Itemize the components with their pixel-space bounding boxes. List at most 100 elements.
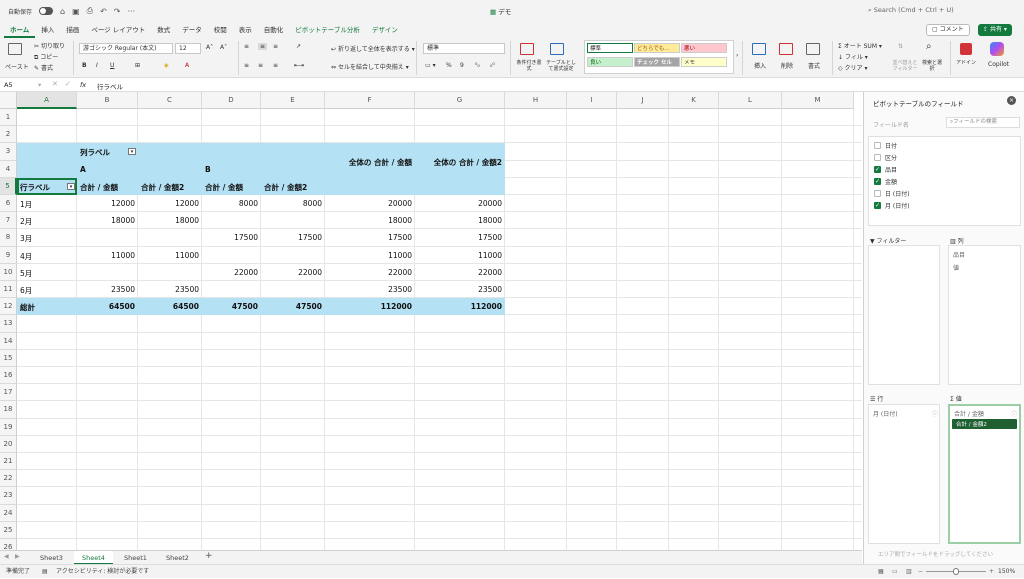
- delete-cells-icon[interactable]: [779, 43, 793, 55]
- grand-total-cell[interactable]: 64500: [141, 302, 199, 311]
- border-icon[interactable]: ⊞: [135, 62, 140, 69]
- font-grow-icon[interactable]: A˄: [206, 44, 213, 51]
- pivot-value-header[interactable]: 合計 / 金額: [80, 182, 135, 193]
- field-name[interactable]: 金額: [885, 177, 897, 186]
- row-header[interactable]: 12: [0, 298, 17, 316]
- page-layout-view-icon[interactable]: ▭: [892, 565, 898, 579]
- pivot-value-header[interactable]: 全体の 合計 / 金額: [328, 157, 412, 168]
- zoom-level[interactable]: 150%: [998, 565, 1015, 579]
- merge-center-button[interactable]: ⇔ セルを結合して中央揃え ▾: [331, 62, 409, 71]
- row-header[interactable]: 18: [0, 401, 17, 419]
- comma-icon[interactable]: 9: [460, 62, 464, 69]
- row-filter-dropdown-icon[interactable]: ▾: [67, 182, 75, 190]
- zoom-in-icon[interactable]: +: [989, 565, 994, 579]
- find-select-icon[interactable]: ⌕: [926, 41, 932, 52]
- enter-icon[interactable]: ✓: [65, 80, 71, 88]
- row-header[interactable]: 13: [0, 315, 17, 333]
- copilot-label[interactable]: Copilot: [988, 61, 1009, 68]
- column-header[interactable]: C: [138, 92, 202, 109]
- info-icon[interactable]: ⓘ: [1011, 409, 1017, 418]
- zoom-out-icon[interactable]: −: [918, 565, 923, 579]
- pivot-value-header[interactable]: 合計 / 金額2: [264, 182, 322, 193]
- orientation-icon[interactable]: ↗: [296, 43, 301, 50]
- font-color-icon[interactable]: A: [185, 62, 189, 69]
- tab-automate[interactable]: 自動化: [258, 22, 290, 38]
- field-checkbox[interactable]: ✓: [874, 202, 881, 209]
- field-name[interactable]: 区分: [885, 153, 897, 162]
- grand-total-cell[interactable]: 64500: [80, 302, 135, 311]
- field-checkbox[interactable]: ✓: [874, 166, 881, 173]
- row-header[interactable]: 5: [0, 177, 17, 195]
- row-label-cell[interactable]: 4月: [20, 251, 74, 262]
- font-size-select[interactable]: 12: [175, 43, 201, 54]
- tab-formulas[interactable]: 数式: [151, 22, 176, 38]
- comment-button[interactable]: ▢ コメント: [926, 24, 970, 36]
- row-header[interactable]: 15: [0, 349, 17, 367]
- table-cell[interactable]: 20000: [328, 199, 412, 208]
- sheet-tab-sheet2[interactable]: Sheet2: [158, 551, 197, 565]
- field-name[interactable]: 月 (日付): [885, 201, 910, 210]
- row-label-cell[interactable]: 6月: [20, 285, 74, 296]
- sheet-tab-sheet4[interactable]: Sheet4: [74, 551, 113, 565]
- autosum-button[interactable]: Σ オート SUM ▾: [838, 41, 882, 50]
- sheet-tab-sheet3[interactable]: Sheet3: [32, 551, 71, 565]
- column-header[interactable]: L: [719, 92, 782, 109]
- table-cell[interactable]: 23500: [141, 285, 199, 294]
- autosave-toggle[interactable]: [39, 7, 54, 15]
- table-cell[interactable]: 20000: [418, 199, 502, 208]
- row-header[interactable]: 4: [0, 160, 17, 178]
- table-cell[interactable]: 22000: [328, 268, 412, 277]
- grand-total-cell[interactable]: 112000: [418, 302, 502, 311]
- format-painter-button[interactable]: ✎ 書式: [34, 63, 53, 72]
- indent-icon[interactable]: ⇤⇥: [294, 62, 304, 69]
- row-label-cell[interactable]: 1月: [20, 199, 74, 210]
- table-cell[interactable]: 12000: [80, 199, 135, 208]
- select-all-corner[interactable]: [0, 92, 17, 109]
- row-header[interactable]: 2: [0, 126, 17, 144]
- delete-cells-label[interactable]: 削除: [781, 61, 793, 70]
- table-cell[interactable]: 18000: [328, 216, 412, 225]
- sort-filter-label[interactable]: 並べ替えとフィルター: [890, 60, 920, 72]
- percent-icon[interactable]: %: [446, 62, 452, 69]
- align-center-icon[interactable]: ≡: [258, 62, 263, 69]
- style-neutral[interactable]: どちらでも...: [634, 43, 680, 53]
- row-field-item[interactable]: 月 (日付): [873, 409, 898, 418]
- pivot-value-header[interactable]: 全体の 合計 / 金額2: [418, 157, 502, 168]
- field-checkbox[interactable]: [874, 190, 881, 197]
- cut-button[interactable]: ✂ 切り取り: [34, 41, 65, 50]
- paste-label[interactable]: ペースト: [5, 62, 29, 71]
- table-format-icon[interactable]: [550, 43, 564, 55]
- row-label-cell[interactable]: 2月: [20, 216, 74, 227]
- sheet-tab-sheet1[interactable]: Sheet1: [116, 551, 155, 565]
- row-header[interactable]: 9: [0, 246, 17, 264]
- row-header[interactable]: 17: [0, 384, 17, 402]
- column-header[interactable]: F: [325, 92, 415, 109]
- column-field-item[interactable]: 品目: [953, 250, 965, 259]
- insert-cells-label[interactable]: 挿入: [754, 61, 766, 70]
- paste-icon[interactable]: [8, 43, 22, 55]
- row-header[interactable]: 10: [0, 263, 17, 281]
- field-name[interactable]: 日 (日付): [885, 189, 910, 198]
- insert-cells-icon[interactable]: [752, 43, 766, 55]
- row-header[interactable]: 14: [0, 332, 17, 350]
- share-button[interactable]: ⇪ 共有 ▾: [978, 24, 1012, 36]
- close-pane-icon[interactable]: ×: [1007, 96, 1016, 105]
- tab-data[interactable]: データ: [176, 22, 208, 38]
- pivot-value-header[interactable]: 合計 / 金額2: [141, 182, 199, 193]
- style-check[interactable]: チェック セル: [634, 57, 680, 67]
- row-header[interactable]: 6: [0, 195, 17, 213]
- conditional-format-label[interactable]: 条件付き書式: [516, 60, 542, 72]
- redo-icon[interactable]: ↷: [114, 7, 121, 16]
- pivot-group-header[interactable]: A: [80, 165, 135, 174]
- column-field-item[interactable]: 値: [953, 263, 959, 272]
- font-select[interactable]: 游ゴシック Regular (本文): [79, 43, 173, 54]
- column-header[interactable]: E: [261, 92, 325, 109]
- sheet-prev-icon[interactable]: ◀: [4, 553, 9, 560]
- table-cell[interactable]: 11000: [418, 251, 502, 260]
- underline-icon[interactable]: U: [110, 62, 114, 69]
- table-cell[interactable]: 11000: [141, 251, 199, 260]
- save-icon[interactable]: ▣: [72, 7, 80, 16]
- filter-area[interactable]: [868, 245, 940, 385]
- field-checkbox[interactable]: ✓: [874, 178, 881, 185]
- row-header[interactable]: 25: [0, 521, 17, 539]
